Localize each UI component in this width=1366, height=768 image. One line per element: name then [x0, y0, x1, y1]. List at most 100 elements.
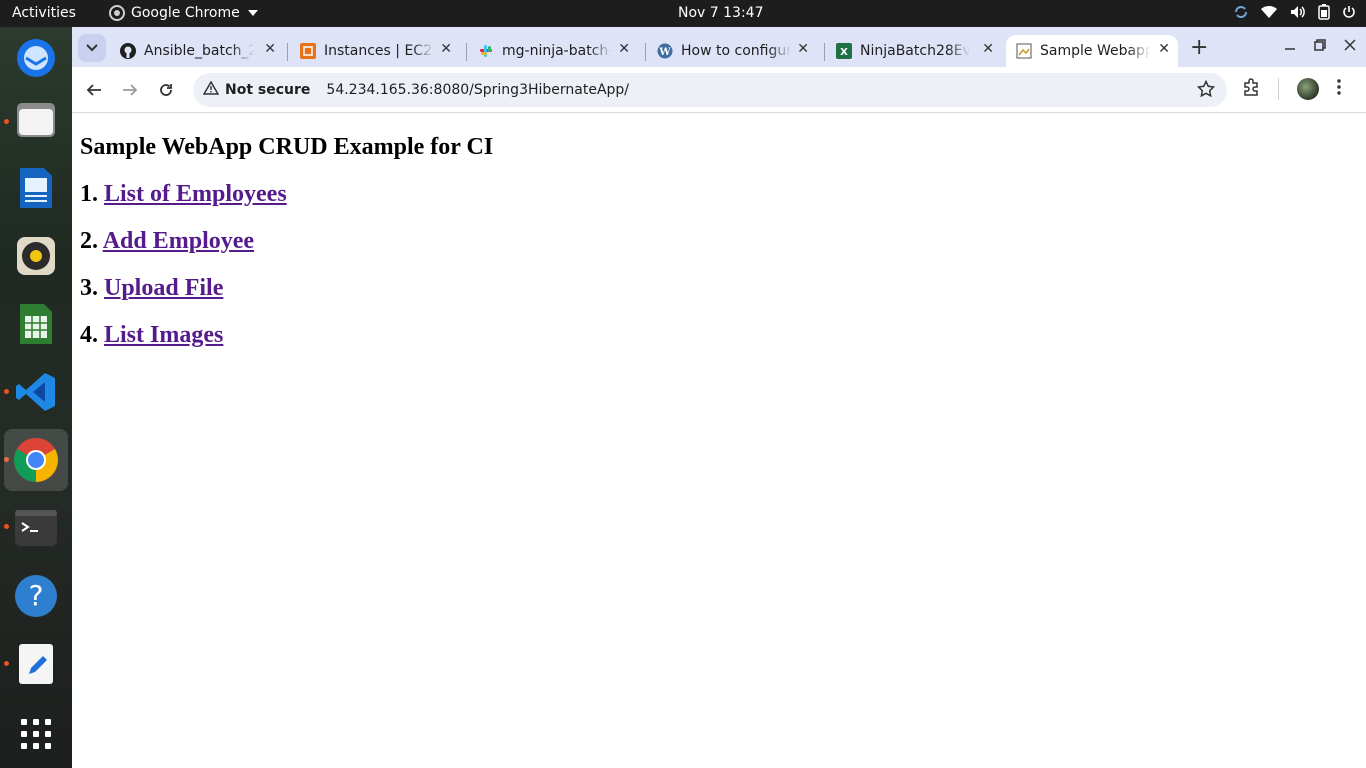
- new-tab-button[interactable]: +: [1190, 35, 1208, 60]
- more-menu-icon[interactable]: [1337, 79, 1341, 99]
- menu-item-number: 2.: [80, 228, 98, 254]
- chrome-app-icon: [109, 5, 125, 21]
- page-icon: [1016, 43, 1032, 59]
- menu-item-list-images: 4. List Images: [80, 321, 1366, 349]
- chevron-down-icon: [86, 44, 98, 52]
- gnome-top-bar: Activities Google Chrome Nov 7 13:47: [0, 0, 1366, 27]
- dock-calc[interactable]: [4, 293, 68, 355]
- url-text[interactable]: 54.234.165.36:8080/Spring3HibernateApp/: [326, 82, 629, 98]
- menu-item-list-employees: 1. List of Employees: [80, 180, 1366, 208]
- vscode-icon: [16, 373, 55, 411]
- app-menu-label: Google Chrome: [131, 5, 240, 21]
- menu-item-number: 4.: [80, 322, 98, 348]
- page-title: Sample WebApp CRUD Example for CI: [80, 134, 494, 160]
- toolbar-divider: [1278, 78, 1279, 100]
- dock-files[interactable]: [4, 89, 68, 151]
- close-icon[interactable]: ✕: [982, 41, 994, 57]
- close-icon[interactable]: ✕: [618, 41, 630, 57]
- wifi-icon[interactable]: [1260, 5, 1278, 23]
- power-menu-icon[interactable]: [1342, 5, 1356, 23]
- github-icon: [120, 43, 136, 59]
- address-bar[interactable]: Not secure 54.234.165.36:8080/Spring3Hib…: [193, 73, 1227, 107]
- tab-separator: [466, 43, 467, 61]
- svg-text:?: ?: [29, 579, 44, 612]
- close-icon[interactable]: ✕: [440, 41, 452, 57]
- tab-instances-ec2[interactable]: Instances | EC2 | us-east-1 ✕: [290, 35, 460, 67]
- svg-text:X: X: [840, 47, 848, 58]
- help-icon: ?: [15, 575, 57, 617]
- wordpress-icon: W: [657, 43, 673, 59]
- tab-slack[interactable]: mg-ninja-batch-28 ✕: [468, 35, 638, 67]
- reload-icon: [160, 84, 172, 96]
- dock-writer[interactable]: [4, 157, 68, 219]
- security-label[interactable]: Not secure: [225, 82, 310, 98]
- sync-icon[interactable]: [1234, 5, 1248, 23]
- clock[interactable]: Nov 7 13:47: [678, 5, 763, 21]
- tab-title: Sample Webapp: [1040, 43, 1150, 59]
- restore-icon[interactable]: [1314, 37, 1326, 55]
- window-close-icon[interactable]: [1344, 37, 1356, 55]
- dock-chrome[interactable]: [4, 429, 68, 491]
- close-icon[interactable]: ✕: [797, 41, 809, 57]
- files-icon: [17, 103, 55, 137]
- menu-item-upload-file: 3. Upload File: [80, 274, 1366, 302]
- svg-text:W: W: [658, 47, 671, 58]
- tab-wordpress[interactable]: W How to configure ✕: [647, 35, 817, 67]
- back-button[interactable]: [82, 78, 106, 102]
- tab-separator: [645, 43, 646, 61]
- tab-strip: Ansible_batch_28 ✕ Instances | EC2 | us-…: [72, 27, 1366, 67]
- tab-sample-webapp[interactable]: Sample Webapp ✕: [1006, 35, 1178, 67]
- dock: ?: [0, 27, 72, 768]
- tab-title: Ansible_batch_28: [144, 43, 254, 59]
- dock-thunderbird[interactable]: [4, 27, 68, 89]
- dock-show-apps[interactable]: [4, 703, 68, 765]
- writer-icon: [20, 168, 52, 208]
- terminal-icon: [15, 510, 57, 546]
- dock-help[interactable]: ?: [4, 565, 68, 627]
- activities-button[interactable]: Activities: [12, 5, 76, 21]
- avatar[interactable]: [1297, 78, 1319, 100]
- tab-title: NinjaBatch28Evaluation: [860, 43, 970, 59]
- volume-icon[interactable]: [1290, 5, 1306, 23]
- aws-icon: [300, 43, 316, 59]
- app-grid-icon: [21, 719, 51, 749]
- tab-ansible[interactable]: Ansible_batch_28 ✕: [110, 35, 284, 67]
- tab-excel[interactable]: X NinjaBatch28Evaluation ✕: [826, 35, 1002, 67]
- calc-icon: [20, 304, 52, 344]
- upload-file-link[interactable]: Upload File: [104, 275, 223, 301]
- close-icon[interactable]: ✕: [1158, 41, 1170, 57]
- extensions-icon[interactable]: [1242, 78, 1260, 100]
- system-tray[interactable]: [1234, 4, 1356, 24]
- minimize-icon[interactable]: [1284, 37, 1296, 55]
- slack-icon: [480, 45, 492, 57]
- add-employee-link[interactable]: Add Employee: [103, 228, 254, 254]
- battery-icon[interactable]: [1318, 4, 1330, 24]
- window-controls: [1284, 37, 1356, 55]
- menu-item-number: 1.: [80, 181, 98, 207]
- thunderbird-icon: [17, 39, 55, 77]
- menu-item-number: 3.: [80, 275, 98, 301]
- dock-terminal[interactable]: [4, 497, 68, 559]
- arrow-left-icon: [86, 84, 101, 96]
- dock-text-editor[interactable]: [4, 633, 68, 695]
- dock-vscode[interactable]: [4, 361, 68, 423]
- excel-icon: X: [836, 43, 852, 59]
- chrome-icon: [14, 438, 58, 482]
- close-icon[interactable]: ✕: [264, 41, 276, 57]
- tab-search-button[interactable]: [78, 34, 106, 62]
- browser-toolbar: Not secure 54.234.165.36:8080/Spring3Hib…: [72, 67, 1366, 113]
- list-images-link[interactable]: List Images: [104, 322, 223, 348]
- rhythmbox-icon: [17, 237, 55, 275]
- list-employees-link[interactable]: List of Employees: [104, 181, 287, 207]
- reload-button[interactable]: [154, 78, 178, 102]
- tab-separator: [287, 43, 288, 61]
- text-editor-icon: [19, 644, 53, 684]
- warning-icon[interactable]: [202, 80, 220, 99]
- app-menu[interactable]: Google Chrome: [109, 5, 258, 21]
- caret-down-icon: [247, 10, 258, 16]
- dock-rhythmbox[interactable]: [4, 225, 68, 287]
- bookmark-star-icon[interactable]: [1196, 79, 1216, 102]
- arrow-right-icon: [123, 84, 138, 96]
- forward-button[interactable]: [118, 78, 142, 102]
- tab-separator: [824, 43, 825, 61]
